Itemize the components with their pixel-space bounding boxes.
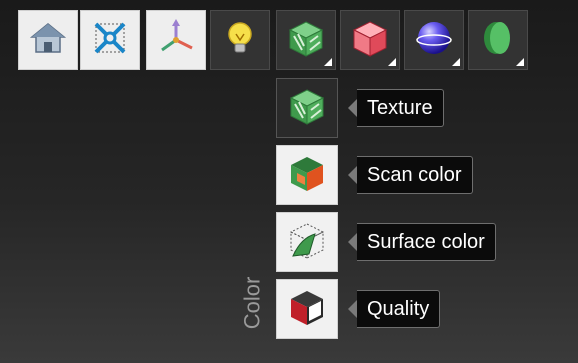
menu-item-surface-color[interactable]	[276, 212, 338, 272]
texture-cube-icon	[285, 84, 329, 132]
green-disk-icon	[476, 16, 520, 64]
blue-sphere-icon	[412, 16, 456, 64]
red-cube-icon	[348, 16, 392, 64]
home-button[interactable]	[18, 10, 78, 70]
tooltip-surface-color: Surface color	[348, 222, 496, 262]
light-bulb-icon	[220, 18, 260, 62]
tooltip-surface-color-label: Surface color	[357, 223, 496, 261]
light-button[interactable]	[210, 10, 270, 70]
tooltip-scan-color-label: Scan color	[357, 156, 473, 194]
red-cube-button[interactable]	[340, 10, 400, 70]
menu-item-texture[interactable]	[276, 78, 338, 138]
texture-button[interactable]	[276, 10, 336, 70]
tooltip-texture-label: Texture	[357, 89, 444, 127]
submenu-corner-icon	[324, 58, 332, 66]
fit-view-button[interactable]	[80, 10, 140, 70]
surface-color-cube-icon	[285, 218, 329, 266]
submenu-corner-icon	[516, 58, 524, 66]
submenu-corner-icon	[452, 58, 460, 66]
scan-color-cube-icon	[285, 151, 329, 199]
axes-button[interactable]	[146, 10, 206, 70]
menu-item-quality[interactable]	[276, 279, 338, 339]
tooltip-texture: Texture	[348, 88, 444, 128]
axes-icon	[154, 16, 198, 64]
texture-cube-icon	[284, 16, 328, 64]
quality-cube-icon	[285, 285, 329, 333]
tooltip-scan-color: Scan color	[348, 155, 473, 195]
home-icon	[28, 18, 68, 62]
sphere-button[interactable]	[404, 10, 464, 70]
color-section-label: Color	[229, 270, 275, 336]
disk-button[interactable]	[468, 10, 528, 70]
tooltip-quality-label: Quality	[357, 290, 441, 328]
menu-item-scan-color[interactable]	[276, 145, 338, 205]
tooltip-quality: Quality	[348, 289, 441, 329]
color-section-label-text: Color	[239, 276, 265, 330]
submenu-corner-icon	[388, 58, 396, 66]
fit-view-icon	[88, 16, 132, 64]
